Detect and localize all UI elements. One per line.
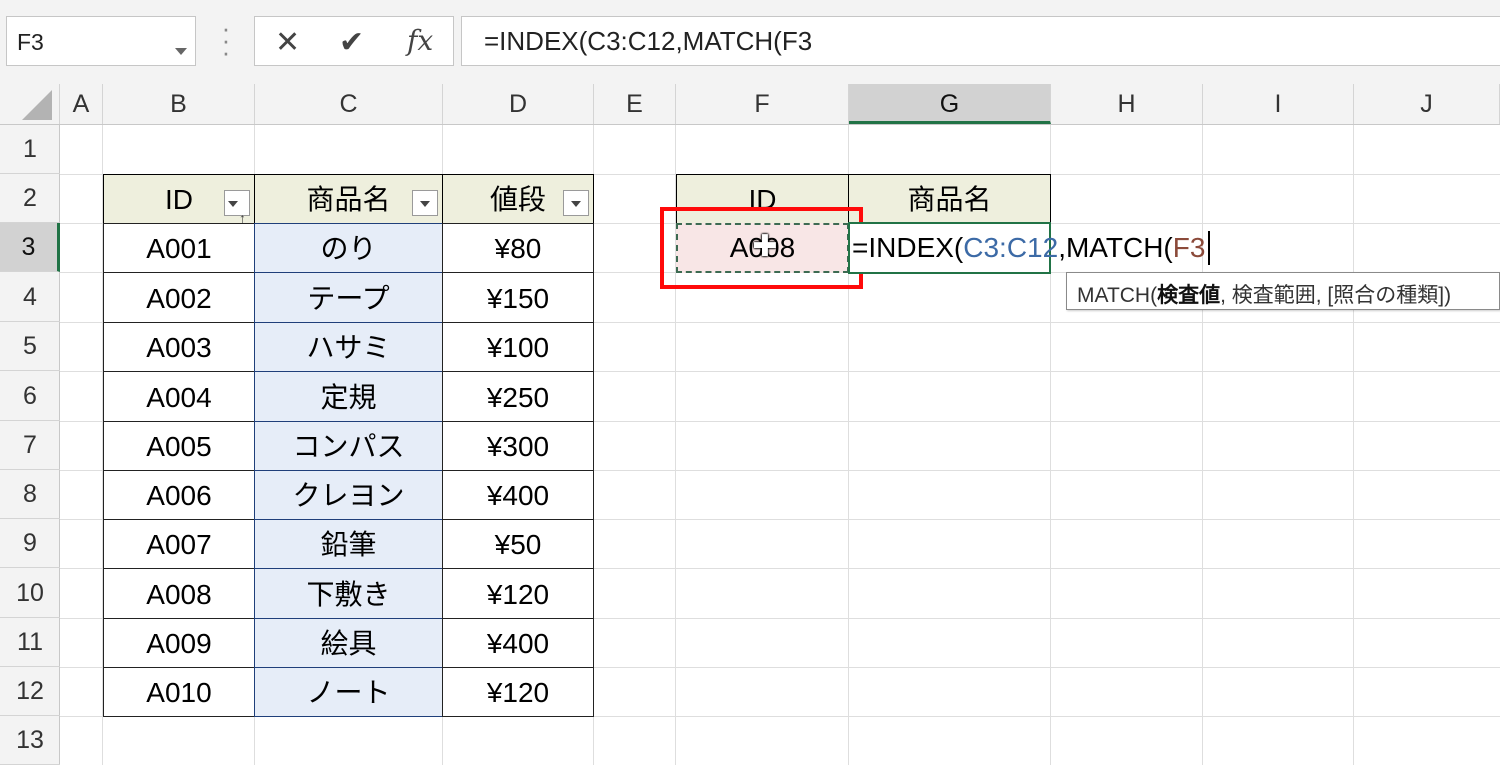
table-cell-product-name[interactable]: テープ xyxy=(254,272,443,323)
gridline xyxy=(1353,125,1354,765)
table-cell-price[interactable]: ¥250 xyxy=(442,371,594,422)
row-header-3[interactable]: 3 xyxy=(0,223,60,272)
chevron-down-icon xyxy=(228,201,238,207)
column-header-a[interactable]: A xyxy=(60,84,103,124)
formula-cell-ref: F3 xyxy=(1172,232,1206,263)
table-cell-product-name[interactable]: コンパス xyxy=(254,421,443,471)
table-header-label: ID xyxy=(165,184,193,215)
table-cell-id[interactable]: A008 xyxy=(103,568,255,619)
tooltip-current-arg[interactable]: 検査値 xyxy=(1157,284,1220,307)
table-cell-product-name[interactable]: 定規 xyxy=(254,371,443,422)
formula-range-ref: C3:C12 xyxy=(963,232,1059,263)
more-vertical-icon[interactable]: · · · xyxy=(218,15,234,65)
table-cell-product-name[interactable]: ハサミ xyxy=(254,322,443,372)
table-cell-id[interactable]: A002 xyxy=(103,272,255,323)
row-header-1[interactable]: 1 xyxy=(0,125,60,174)
table-cell-id[interactable]: A001 xyxy=(103,223,255,273)
table-cell-price[interactable]: ¥400 xyxy=(442,618,594,668)
table-cell-price[interactable]: ¥300 xyxy=(442,421,594,471)
table-cell-price[interactable]: ¥120 xyxy=(442,667,594,717)
row-header-6[interactable]: 6 xyxy=(0,371,60,421)
formula-mid: ,MATCH( xyxy=(1058,232,1173,263)
name-box[interactable]: F3 xyxy=(6,16,196,66)
table-cell-product-name[interactable]: のり xyxy=(254,223,443,273)
table-cell-id[interactable]: A003 xyxy=(103,322,255,372)
row-header-9[interactable]: 9 xyxy=(0,519,60,568)
formula-text: =INDEX(C3:C12,MATCH(F3 xyxy=(484,26,813,56)
enter-check-icon[interactable]: ✔ xyxy=(339,25,364,60)
table-cell-product-name[interactable]: クレヨン xyxy=(254,470,443,520)
table-cell-product-name[interactable]: 絵具 xyxy=(254,618,443,668)
row-header-8[interactable]: 8 xyxy=(0,470,60,519)
chevron-down-icon xyxy=(420,201,430,207)
select-all-triangle-icon xyxy=(22,90,52,120)
chevron-down-icon xyxy=(571,201,581,207)
formula-input[interactable]: =INDEX(C3:C12,MATCH(F3 xyxy=(461,16,1500,66)
table-header-price[interactable]: 値段 xyxy=(442,174,594,224)
column-header-d[interactable]: D xyxy=(443,84,594,124)
insert-function-icon[interactable]: fx xyxy=(407,24,433,57)
tooltip-function: MATCH( xyxy=(1077,284,1158,307)
table-header-product-name[interactable]: 商品名 xyxy=(254,174,443,224)
table-cell-price[interactable]: ¥150 xyxy=(442,272,594,323)
select-all-corner[interactable] xyxy=(0,84,60,124)
table-cell-id[interactable]: A009 xyxy=(103,618,255,668)
table-cell-product-name[interactable]: 下敷き xyxy=(254,568,443,619)
formula-bar: F3 · · · ✕ ✔ fx =INDEX(C3:C12,MATCH(F3 xyxy=(0,0,1500,84)
row-headers: 1 2 3 4 5 6 7 8 9 10 11 12 13 xyxy=(0,125,60,765)
function-tooltip[interactable]: MATCH(検査値, 検査範囲, [照合の種類]) xyxy=(1066,272,1500,310)
table-header-id[interactable]: ID ↑ xyxy=(103,174,255,226)
column-header-h[interactable]: H xyxy=(1051,84,1203,124)
row-header-13[interactable]: 13 xyxy=(0,716,60,765)
row-header-5[interactable]: 5 xyxy=(0,322,60,371)
column-header-j[interactable]: J xyxy=(1354,84,1500,124)
filter-button[interactable] xyxy=(412,190,438,216)
column-header-c[interactable]: C xyxy=(255,84,443,124)
row-header-10[interactable]: 10 xyxy=(0,568,60,618)
row-header-4[interactable]: 4 xyxy=(0,272,60,322)
table-cell-price[interactable]: ¥120 xyxy=(442,568,594,619)
column-header-f[interactable]: F xyxy=(676,84,849,124)
table-cell-price[interactable]: ¥400 xyxy=(442,470,594,520)
row-header-2[interactable]: 2 xyxy=(0,174,60,223)
tooltip-other-args: , 検査範囲, [照合の種類]) xyxy=(1220,284,1452,307)
row-header-7[interactable]: 7 xyxy=(0,421,60,470)
table-cell-product-name[interactable]: ノート xyxy=(254,667,443,717)
lookup-header-product-name[interactable]: 商品名 xyxy=(848,174,1051,224)
filter-button[interactable] xyxy=(563,190,589,216)
table-cell-price[interactable]: ¥100 xyxy=(442,322,594,372)
cancel-icon[interactable]: ✕ xyxy=(275,25,300,60)
in-cell-formula: =INDEX(C3:C12,MATCH(F3 xyxy=(852,223,1212,273)
table-cell-id[interactable]: A006 xyxy=(103,470,255,520)
column-header-b[interactable]: B xyxy=(103,84,255,124)
column-header-g[interactable]: G xyxy=(849,84,1051,124)
cell-grid[interactable]: ID ↑ 商品名 値段 A001 のり ¥80 A002 テープ ¥150 A0… xyxy=(60,125,1500,765)
table-header-label: 商品名 xyxy=(306,184,391,215)
chevron-down-icon[interactable] xyxy=(175,48,187,55)
formula-buttons: ✕ ✔ fx xyxy=(254,16,454,66)
table-cell-price[interactable]: ¥50 xyxy=(442,519,594,569)
row-header-12[interactable]: 12 xyxy=(0,667,60,716)
table-cell-id[interactable]: A007 xyxy=(103,519,255,569)
table-cell-product-name[interactable]: 鉛筆 xyxy=(254,519,443,569)
row-header-11[interactable]: 11 xyxy=(0,618,60,667)
text-cursor xyxy=(1208,231,1210,265)
formula-prefix: =INDEX( xyxy=(852,232,964,263)
move-cursor-icon: ✚ xyxy=(752,230,778,263)
gridline xyxy=(1202,125,1203,765)
table-cell-price[interactable]: ¥80 xyxy=(442,223,594,273)
filter-sort-button[interactable]: ↑ xyxy=(224,190,250,226)
table-header-label: 値段 xyxy=(489,184,546,215)
table-cell-id[interactable]: A010 xyxy=(103,667,255,717)
table-cell-id[interactable]: A005 xyxy=(103,421,255,471)
table-cell-id[interactable]: A004 xyxy=(103,371,255,422)
column-headers: A B C D E F G H I J xyxy=(0,84,1500,125)
column-header-e[interactable]: E xyxy=(594,84,676,124)
name-box-value: F3 xyxy=(17,29,44,55)
column-header-i[interactable]: I xyxy=(1203,84,1354,124)
